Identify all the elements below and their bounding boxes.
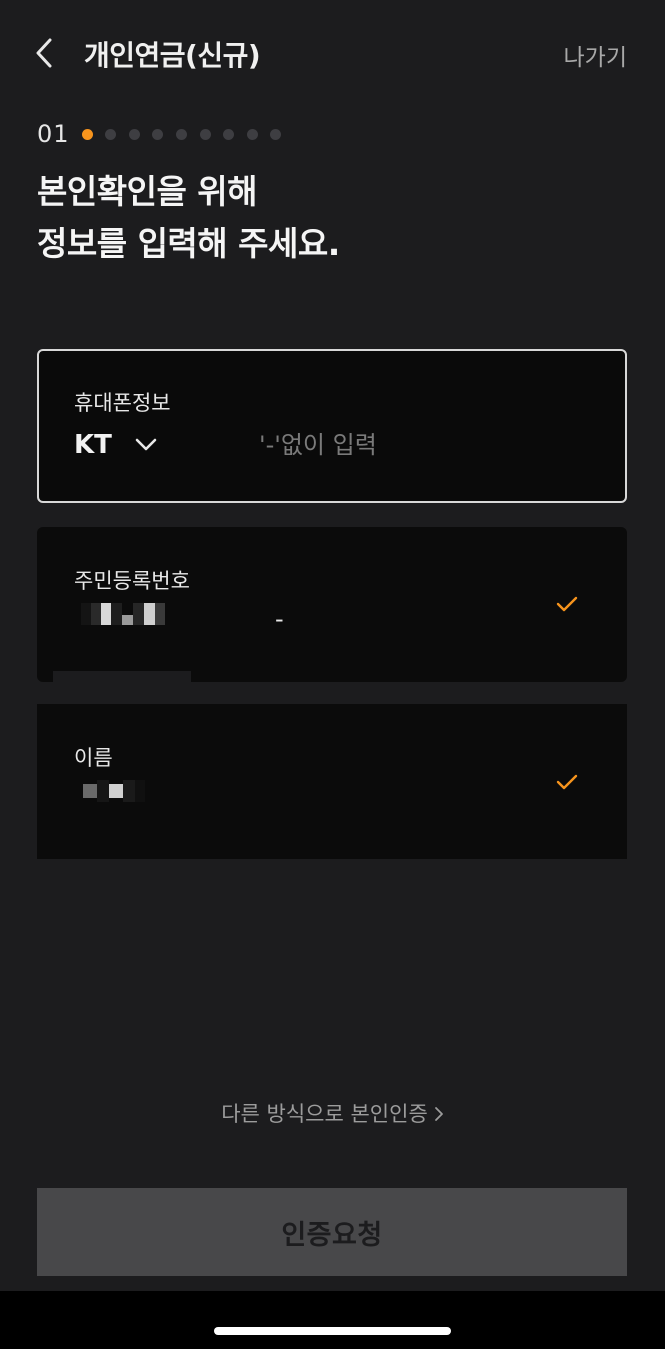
resident-number-separator: - bbox=[275, 605, 284, 633]
chevron-right-icon bbox=[434, 1107, 443, 1121]
resident-number-field[interactable]: 주민등록번호 - bbox=[37, 527, 627, 682]
step-dot-active bbox=[81, 128, 93, 140]
step-dot bbox=[246, 128, 258, 140]
carrier-value: KT bbox=[74, 430, 112, 460]
home-indicator[interactable] bbox=[214, 1327, 451, 1335]
field-underline bbox=[53, 671, 191, 682]
chevron-down-icon bbox=[135, 438, 157, 451]
carrier-select[interactable]: KT bbox=[74, 427, 158, 463]
step-dot bbox=[175, 128, 187, 140]
step-dot bbox=[199, 128, 211, 140]
step-dot bbox=[105, 128, 117, 140]
phone-info-label: 휴대폰정보 bbox=[74, 391, 171, 415]
request-verification-button[interactable]: 인증요청 bbox=[37, 1188, 627, 1276]
headline-line-1: 본인확인을 위해 bbox=[37, 172, 258, 211]
alternative-verification-label: 다른 방식으로 본인인증 bbox=[221, 1102, 428, 1126]
headline-line-2: 정보를 입력해 주세요. bbox=[37, 224, 340, 263]
step-dot bbox=[223, 128, 235, 140]
resident-number-masked-value bbox=[81, 603, 165, 625]
step-number: 01 bbox=[37, 120, 70, 148]
headline: 본인확인을 위해 정보를 입력해 주세요. bbox=[37, 166, 340, 270]
step-dot bbox=[128, 128, 140, 140]
step-dot bbox=[270, 128, 282, 140]
name-field[interactable]: 이름 bbox=[37, 704, 627, 859]
check-icon bbox=[556, 596, 578, 612]
resident-number-label: 주민등록번호 bbox=[74, 569, 190, 593]
alternative-verification-link[interactable]: 다른 방식으로 본인인증 bbox=[0, 1098, 665, 1128]
step-progress: 01 bbox=[37, 118, 294, 150]
exit-button[interactable]: 나가기 bbox=[564, 38, 627, 72]
system-home-bar bbox=[0, 1291, 665, 1349]
phone-info-field[interactable]: 휴대폰정보 KT bbox=[37, 349, 627, 503]
app-header: 개인연금(신규) 나가기 bbox=[0, 0, 665, 106]
check-icon bbox=[556, 774, 578, 790]
phone-number-input[interactable] bbox=[259, 425, 589, 465]
name-masked-value bbox=[83, 780, 145, 802]
chevron-left-icon[interactable] bbox=[30, 36, 60, 70]
name-label: 이름 bbox=[74, 746, 113, 770]
step-dot bbox=[152, 128, 164, 140]
page-title: 개인연금(신규) bbox=[84, 39, 261, 72]
